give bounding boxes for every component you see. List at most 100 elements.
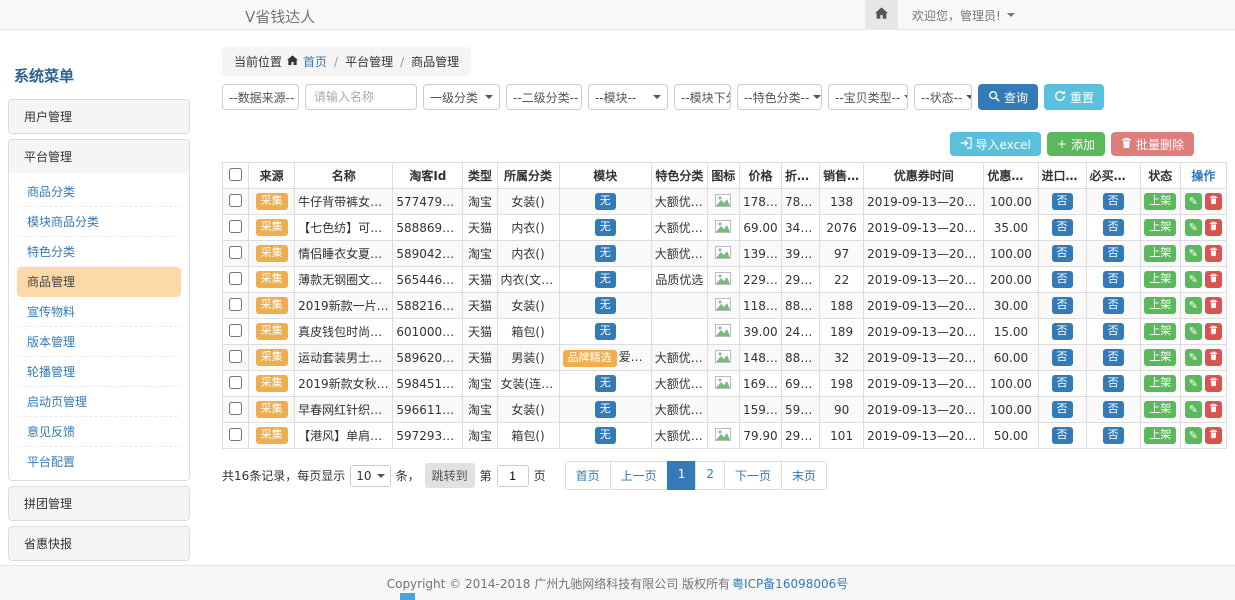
edit-button[interactable]: ✎ [1185, 297, 1202, 314]
status-badge[interactable]: 上架 [1144, 193, 1176, 209]
must-buy-badge[interactable]: 否 [1103, 349, 1124, 365]
status-badge[interactable]: 上架 [1144, 219, 1176, 235]
row-checkbox[interactable] [229, 220, 242, 233]
delete-button[interactable] [1205, 427, 1222, 444]
edit-button[interactable]: ✎ [1185, 271, 1202, 288]
filter-status-select[interactable]: --状态-- [914, 84, 972, 110]
must-buy-badge[interactable]: 否 [1103, 271, 1124, 287]
edit-button[interactable]: ✎ [1185, 245, 1202, 262]
delete-button[interactable] [1205, 375, 1222, 392]
jump-button[interactable]: 跳转到 [425, 463, 475, 488]
delete-button[interactable] [1205, 219, 1222, 236]
search-button[interactable]: 查询 [978, 84, 1038, 110]
filter-source-select[interactable]: --数据来源-- [222, 84, 299, 110]
import-optional-badge[interactable]: 否 [1052, 271, 1073, 287]
row-checkbox[interactable] [229, 246, 242, 259]
page-button-2[interactable]: 2 [695, 461, 725, 490]
import-optional-badge[interactable]: 否 [1052, 193, 1073, 209]
status-badge[interactable]: 上架 [1144, 349, 1176, 365]
select-all-checkbox[interactable] [229, 168, 242, 181]
sidebar-item-意见反馈[interactable]: 意见反馈 [17, 417, 181, 447]
import-optional-badge[interactable]: 否 [1052, 375, 1073, 391]
edit-button[interactable]: ✎ [1185, 427, 1202, 444]
filter-level2-select[interactable]: --二级分类-- [506, 84, 582, 110]
must-buy-badge[interactable]: 否 [1103, 427, 1124, 443]
row-checkbox[interactable] [229, 428, 242, 441]
must-buy-badge[interactable]: 否 [1103, 245, 1124, 261]
must-buy-badge[interactable]: 否 [1103, 297, 1124, 313]
delete-button[interactable] [1205, 245, 1222, 262]
row-checkbox[interactable] [229, 194, 242, 207]
must-buy-badge[interactable]: 否 [1103, 401, 1124, 417]
row-checkbox[interactable] [229, 376, 242, 389]
jump-page-input[interactable] [497, 465, 529, 487]
breadcrumb-home-link[interactable]: 首页 [303, 53, 327, 70]
reset-button[interactable]: 重置 [1044, 84, 1104, 110]
delete-button[interactable] [1205, 323, 1222, 340]
sidebar-group-拼团管理[interactable]: 拼团管理 [9, 487, 189, 520]
import-optional-badge[interactable]: 否 [1052, 401, 1073, 417]
icp-link[interactable]: 粤ICP备16098006号 [732, 575, 848, 592]
sidebar-item-商品分类[interactable]: 商品分类 [17, 177, 181, 207]
import-optional-badge[interactable]: 否 [1052, 297, 1073, 313]
edit-button[interactable]: ✎ [1185, 375, 1202, 392]
filter-level1-select[interactable]: 一级分类 [423, 84, 500, 110]
sidebar-group-用户管理[interactable]: 用户管理 [9, 100, 189, 133]
sidebar-group-省惠快报[interactable]: 省惠快报 [9, 527, 189, 560]
import-optional-badge[interactable]: 否 [1052, 323, 1073, 339]
edit-button[interactable]: ✎ [1185, 349, 1202, 366]
page-button-上一页[interactable]: 上一页 [610, 461, 668, 490]
edit-button[interactable]: ✎ [1185, 323, 1202, 340]
filter-module-sub-select[interactable]: --模块下分类-- [674, 84, 731, 110]
row-checkbox[interactable] [229, 350, 242, 363]
status-badge[interactable]: 上架 [1144, 427, 1176, 443]
row-checkbox[interactable] [229, 324, 242, 337]
delete-button[interactable] [1205, 349, 1222, 366]
sidebar-item-模块商品分类[interactable]: 模块商品分类 [17, 207, 181, 237]
delete-button[interactable] [1205, 297, 1222, 314]
sidebar-item-商品管理[interactable]: 商品管理 [17, 267, 181, 297]
delete-button[interactable] [1205, 271, 1222, 288]
must-buy-badge[interactable]: 否 [1103, 323, 1124, 339]
import-optional-badge[interactable]: 否 [1052, 219, 1073, 235]
sidebar-group-平台管理[interactable]: 平台管理 [9, 140, 189, 173]
add-button[interactable]: + 添加 [1047, 132, 1105, 156]
page-button-首页[interactable]: 首页 [565, 461, 611, 490]
delete-button[interactable] [1205, 193, 1222, 210]
edit-button[interactable]: ✎ [1185, 219, 1202, 236]
status-badge[interactable]: 上架 [1144, 297, 1176, 313]
must-buy-badge[interactable]: 否 [1103, 219, 1124, 235]
page-button-1[interactable]: 1 [667, 461, 697, 490]
filter-item-type-select[interactable]: --宝贝类型-- [828, 84, 908, 110]
page-button-下一页[interactable]: 下一页 [724, 461, 782, 490]
status-badge[interactable]: 上架 [1144, 375, 1176, 391]
navbar-home-button[interactable] [865, 0, 898, 30]
status-badge[interactable]: 上架 [1144, 401, 1176, 417]
row-checkbox[interactable] [229, 272, 242, 285]
sidebar-item-平台配置[interactable]: 平台配置 [17, 447, 181, 476]
sidebar-item-启动页管理[interactable]: 启动页管理 [17, 387, 181, 417]
per-page-select[interactable]: 10 [350, 465, 390, 487]
delete-button[interactable] [1205, 401, 1222, 418]
sidebar-item-版本管理[interactable]: 版本管理 [17, 327, 181, 357]
row-checkbox[interactable] [229, 298, 242, 311]
import-excel-button[interactable]: 导入excel [950, 132, 1041, 156]
status-badge[interactable]: 上架 [1144, 271, 1176, 287]
filter-feature-select[interactable]: --特色分类-- [737, 84, 822, 110]
status-badge[interactable]: 上架 [1144, 323, 1176, 339]
filter-module-select[interactable]: --模块-- [588, 84, 668, 110]
import-optional-badge[interactable]: 否 [1052, 427, 1073, 443]
edit-button[interactable]: ✎ [1185, 193, 1202, 210]
must-buy-badge[interactable]: 否 [1103, 375, 1124, 391]
must-buy-badge[interactable]: 否 [1103, 193, 1124, 209]
name-search-input[interactable] [305, 84, 417, 110]
status-badge[interactable]: 上架 [1144, 245, 1176, 261]
sidebar-item-轮播管理[interactable]: 轮播管理 [17, 357, 181, 387]
sidebar-item-特色分类[interactable]: 特色分类 [17, 237, 181, 267]
batch-delete-button[interactable]: 批量删除 [1111, 132, 1194, 156]
page-button-末页[interactable]: 末页 [781, 461, 827, 490]
import-optional-badge[interactable]: 否 [1052, 349, 1073, 365]
row-checkbox[interactable] [229, 402, 242, 415]
user-dropdown[interactable]: 欢迎您，管理员! [898, 0, 1029, 30]
import-optional-badge[interactable]: 否 [1052, 245, 1073, 261]
